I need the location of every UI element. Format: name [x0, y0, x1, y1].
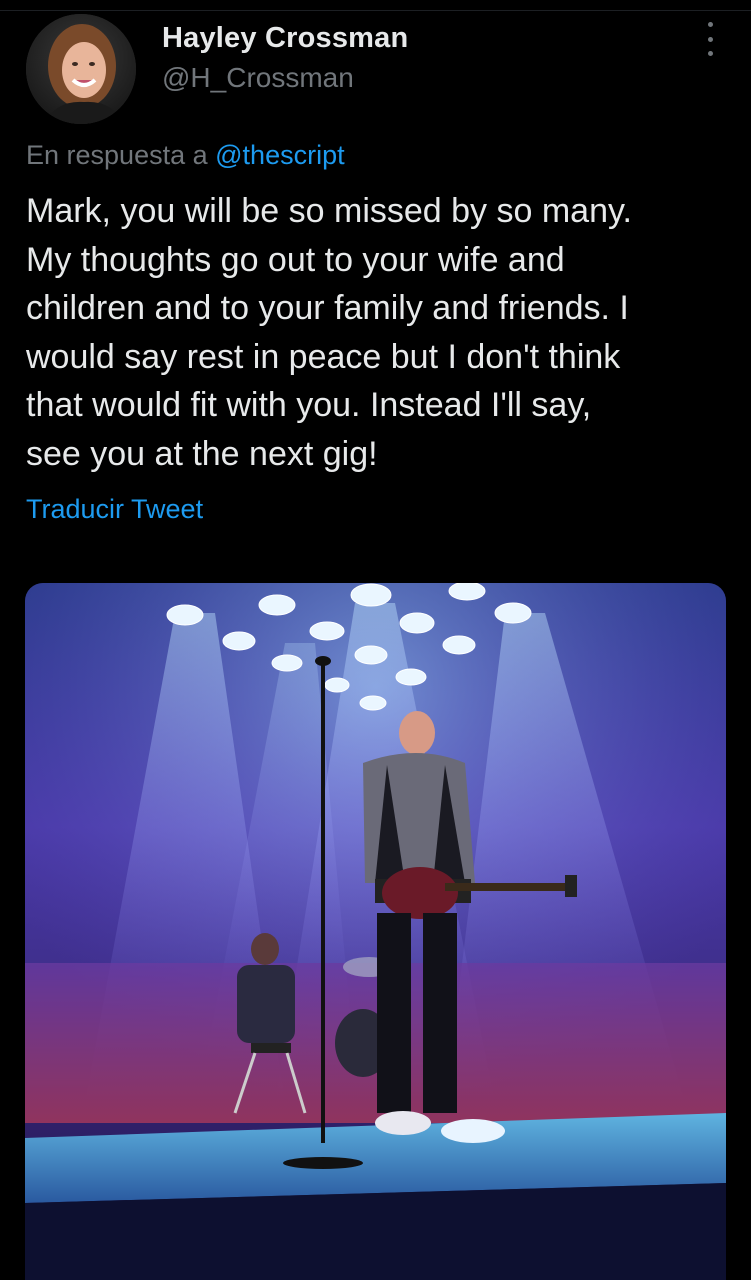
dot: [707, 22, 713, 27]
dot: [707, 51, 713, 56]
tweet-photo[interactable]: [25, 583, 726, 1280]
tweet-text-line: Mark, you will be so missed by so many.: [26, 192, 632, 230]
reply-context: En respuesta a @thescript: [26, 140, 345, 171]
tweet-text-line: see you at the next gig!: [26, 434, 378, 473]
user-handle[interactable]: @H_Crossman: [162, 62, 354, 94]
avatar[interactable]: [26, 14, 136, 124]
more-vertical-icon[interactable]: [696, 22, 724, 56]
dot: [707, 36, 713, 42]
reply-prefix: En respuesta a: [26, 140, 208, 170]
tweet: Hayley Crossman @H_Crossman En respuesta…: [0, 0, 751, 1280]
display-name[interactable]: Hayley Crossman: [162, 22, 408, 55]
divider: [0, 10, 751, 11]
reply-mention-link[interactable]: @thescript: [215, 140, 344, 170]
tweet-text: Mark, you will be so missed by so many. …: [26, 187, 726, 478]
translate-tweet-link[interactable]: Traducir Tweet: [26, 494, 203, 525]
tweet-text-line: would say rest in peace but I don't thin…: [26, 337, 621, 376]
tweet-text-line: that would fit with you. Instead I'll sa…: [26, 386, 592, 424]
tweet-text-line: children and to your family and friends.…: [26, 289, 629, 327]
tweet-text-line: My thoughts go out to your wife and: [26, 240, 565, 279]
